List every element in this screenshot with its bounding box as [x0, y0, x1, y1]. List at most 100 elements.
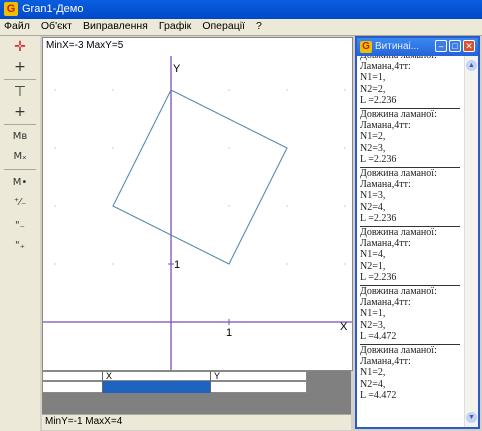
menu-object[interactable]: Об'єкт	[37, 19, 76, 32]
col-y-header: Y	[214, 371, 221, 381]
entry-n2: N2=4,	[360, 201, 386, 213]
grid-dot	[344, 205, 346, 207]
app-g-icon: G	[4, 2, 18, 16]
grid-dot	[344, 263, 346, 265]
scroll-down-icon[interactable]: ▼	[466, 412, 477, 423]
entry-name: Ламана,4тт:	[360, 120, 411, 132]
minimize-icon[interactable]: –	[435, 40, 447, 52]
toolbar-divider	[4, 124, 36, 125]
column-divider	[210, 371, 211, 393]
results-list: Довжина ламаної:Ламана,4тт:N1=1,N2=2,L =…	[357, 56, 465, 427]
window-title: Gran1-Демо	[22, 3, 84, 15]
x-tick-label: 1	[226, 327, 232, 339]
entry-l: L =2.236	[360, 212, 397, 224]
range-top-label: MinX=-3 MaxY=5	[46, 40, 124, 51]
entry-n2: N2=4,	[360, 378, 386, 390]
grid-dot	[228, 205, 230, 207]
results-window: G Витинаі... – □ ✕ Довжина ламаної:Ламан…	[355, 36, 480, 429]
y-tick-label: 1	[174, 259, 180, 271]
menu-bar: Файл Об'єкт Виправлення Графік Операції …	[0, 19, 482, 36]
grid-dot	[112, 263, 114, 265]
entry-head: Довжина ламаної:	[360, 109, 437, 121]
point-red-icon[interactable]: ✛	[6, 38, 34, 56]
entry-name: Ламана,4тт:	[360, 238, 411, 250]
entry-name: Ламана,4тт:	[360, 61, 411, 73]
list-item: Довжина ламаної: Ламана,4тт: N1=3, N2=4, L =…	[360, 167, 460, 224]
menu-file[interactable]: Файл	[0, 19, 34, 32]
title-bar: G Gran1-Демо	[0, 0, 482, 19]
grid-dot	[286, 205, 288, 207]
entry-n2: N2=3,	[360, 142, 386, 154]
entry-n2: N2=1,	[360, 260, 386, 272]
zoom-in-icon[interactable]: "₊	[6, 237, 34, 255]
polyline-shape	[112, 89, 288, 265]
entry-l: L =2.236	[360, 271, 397, 283]
entry-n1: N1=1,	[360, 72, 386, 84]
tool-palette: ✛ + ⊤ + Mв Mₓ M• ⁺⁄₋ "₋ "₊	[0, 36, 40, 431]
entry-n1: N1=1,	[360, 308, 386, 320]
grid-dot	[344, 147, 346, 149]
entry-n1: N1=4,	[360, 249, 386, 261]
grid-dot	[54, 205, 56, 207]
point-add-icon[interactable]: +	[6, 103, 34, 121]
grid-dot	[228, 89, 230, 91]
list-item: Довжина ламаної: Ламана,4тт: N1=2, N2=3, L =…	[360, 108, 460, 165]
menu-graph[interactable]: Графік	[155, 19, 195, 32]
list-item: Довжина ламаної: Ламана,4тт: N1=2, N2=4, L =…	[360, 344, 460, 401]
close-icon[interactable]: ✕	[463, 40, 475, 52]
results-title: Витинаі...	[375, 41, 420, 52]
list-item: Довжина ламаної:Ламана,4тт:N1=1,N2=2,L =…	[360, 56, 460, 106]
marker-m-icon[interactable]: M•	[6, 174, 34, 192]
grid-dot	[112, 89, 114, 91]
graph-canvas[interactable]: X Y 1 1 MinX=-3 MaxY=5	[42, 37, 353, 371]
toolbar-divider	[4, 169, 36, 170]
entry-head: Довжина ламаної:	[360, 345, 437, 357]
entry-n2: N2=2,	[360, 83, 386, 95]
menu-operations[interactable]: Операції	[198, 19, 249, 32]
menu-help[interactable]: ?	[252, 19, 266, 32]
results-scrollbar[interactable]: ▲ ▼	[464, 56, 478, 427]
entry-name: Ламана,4тт:	[360, 297, 411, 309]
point-move-icon[interactable]: ⊤	[6, 83, 34, 101]
status-bar: MinY=-1 MaxX=4	[42, 414, 351, 430]
app-g-icon: G	[360, 41, 372, 53]
selected-cell[interactable]	[102, 381, 210, 393]
scroll-up-icon[interactable]: ▲	[466, 60, 477, 71]
grid-dot	[286, 89, 288, 91]
grid-dot	[54, 147, 56, 149]
entry-head: Довжина ламаної:	[360, 168, 437, 180]
maximize-icon[interactable]: □	[449, 40, 461, 52]
entry-name: Ламана,4тт:	[360, 356, 411, 368]
grid-dot	[344, 89, 346, 91]
list-item: Довжина ламаної: Ламана,4тт: N1=1, N2=3, L =…	[360, 285, 460, 342]
zoom-out-icon[interactable]: "₋	[6, 217, 34, 235]
grid-dot	[54, 89, 56, 91]
scale-icon[interactable]: ⁺⁄₋	[6, 194, 34, 212]
entry-n2: N2=3,	[360, 319, 386, 331]
entry-n1: N1=2,	[360, 367, 386, 379]
toolbar-divider	[4, 79, 36, 80]
grid-dot	[228, 147, 230, 149]
entry-l: L =2.236	[360, 153, 397, 165]
entry-l: L =4.472	[360, 389, 397, 401]
range-bottom-label: MinY=-1 MaxX=4	[45, 416, 123, 427]
grid-dot	[54, 263, 56, 265]
table-header-row: X Y	[42, 371, 307, 381]
plot-svg: X Y 1 1	[43, 56, 352, 370]
column-divider	[102, 371, 103, 393]
crosshair-icon[interactable]: +	[6, 58, 34, 76]
list-item: Довжина ламаної: Ламана,4тт: N1=4, N2=1, L =…	[360, 226, 460, 283]
x-axis-label: X	[340, 321, 348, 333]
segment-mb-icon[interactable]: Mв	[6, 128, 34, 146]
segment-mx-icon[interactable]: Mₓ	[6, 148, 34, 166]
entry-n1: N1=3,	[360, 190, 386, 202]
entry-name: Ламана,4тт:	[360, 179, 411, 191]
y-axis-label: Y	[173, 63, 181, 75]
menu-edit[interactable]: Виправлення	[79, 19, 152, 32]
point-table: X Y	[42, 371, 351, 414]
entry-l: L =4.472	[360, 330, 397, 342]
grid-dot	[286, 263, 288, 265]
results-title-bar: G Витинаі... – □ ✕	[357, 38, 478, 56]
entry-head: Довжина ламаної:	[360, 286, 437, 298]
col-x-header: X	[106, 371, 113, 381]
